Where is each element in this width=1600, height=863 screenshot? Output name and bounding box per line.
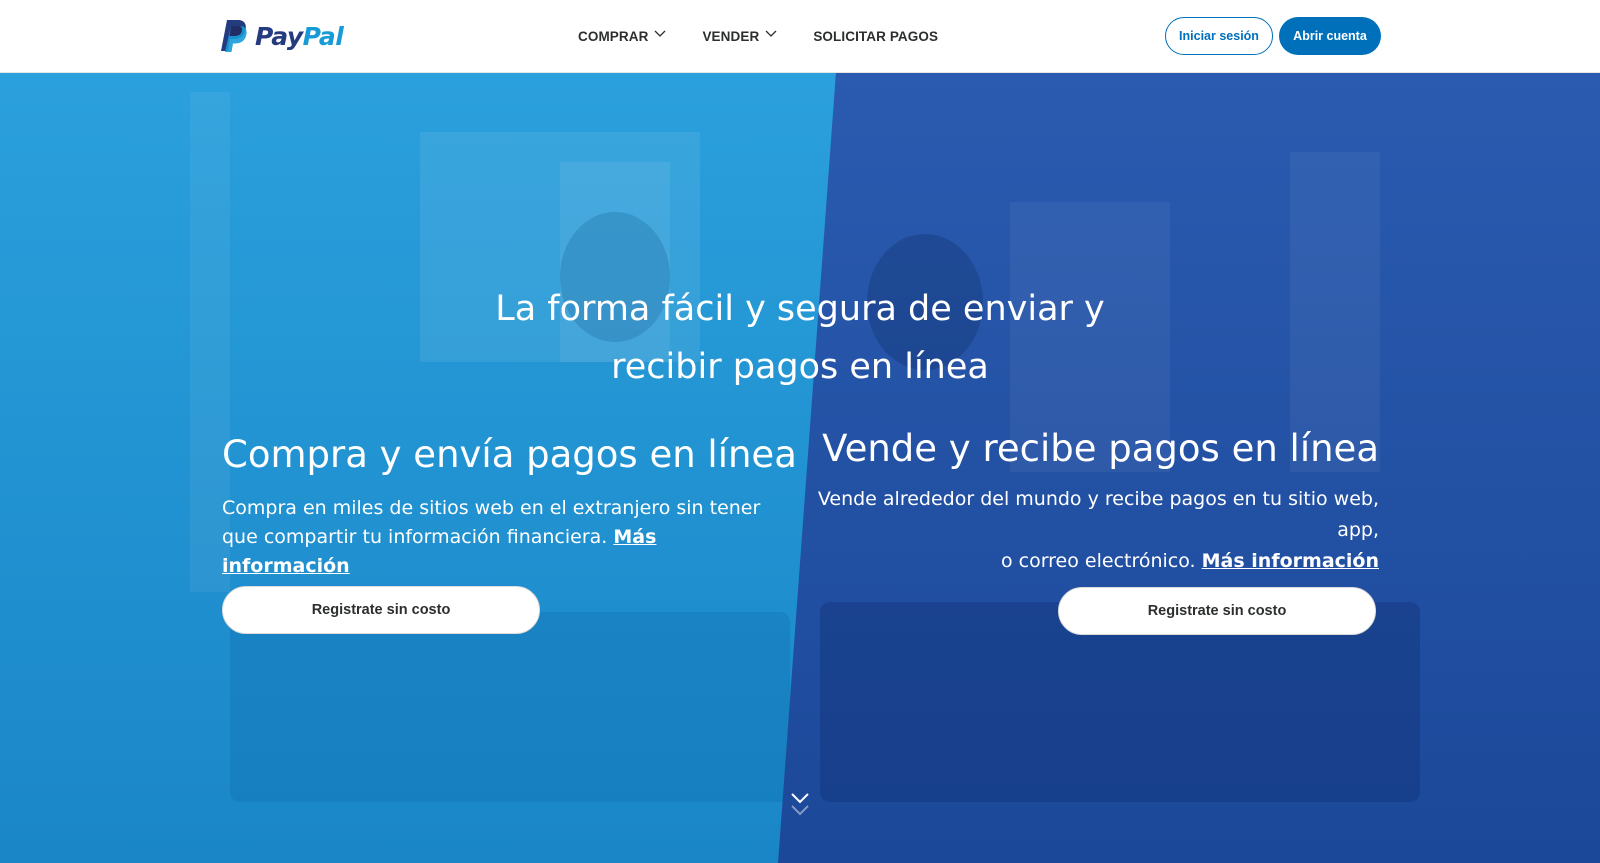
paypal-logo[interactable]: PayPal xyxy=(219,18,344,54)
sell-description: Vende alrededor del mundo y recibe pagos… xyxy=(800,484,1379,577)
nav-item-comprar[interactable]: COMPRAR xyxy=(578,29,666,44)
buy-title: Compra y envía pagos en línea xyxy=(222,433,797,476)
sell-title: Vende y recibe pagos en línea xyxy=(822,427,1379,470)
buy-description: Compra en miles de sitios web en el extr… xyxy=(222,494,782,581)
sell-description-line-2: o correo electrónico. xyxy=(1000,550,1196,572)
hero-section: La forma fácil y segura de enviar y reci… xyxy=(0,72,1600,863)
buy-description-text: Compra en miles de sitios web en el extr… xyxy=(222,497,761,548)
nav-item-solicitar-pagos[interactable]: SOLICITAR PAGOS xyxy=(813,29,938,44)
nav-item-label: COMPRAR xyxy=(578,28,649,44)
nav-item-label: SOLICITAR PAGOS xyxy=(813,28,939,44)
hero-headline-line-2: recibir pagos en línea xyxy=(611,347,989,387)
sell-register-button[interactable]: Registrate sin costo xyxy=(1058,587,1376,635)
sell-learn-more-link[interactable]: Más información xyxy=(1202,550,1379,572)
login-button[interactable]: Iniciar sesión xyxy=(1165,17,1273,55)
sell-description-line-1: Vende alrededor del mundo y recibe pagos… xyxy=(817,488,1379,541)
buy-register-button[interactable]: Registrate sin costo xyxy=(222,586,540,634)
chevron-down-icon xyxy=(654,26,666,41)
nav-item-vender[interactable]: VENDER xyxy=(702,29,777,44)
sell-column: Vende y recibe pagos en línea Vende alre… xyxy=(800,424,1379,577)
main-nav: COMPRAR VENDER SOLICITAR PAGOS xyxy=(578,0,974,72)
open-account-button[interactable]: Abrir cuenta xyxy=(1279,17,1381,55)
hero-headline-line-1: La forma fácil y segura de enviar y xyxy=(495,289,1105,329)
chevron-down-icon xyxy=(765,26,777,41)
site-header: PayPal COMPRAR VENDER SOLICITAR PAGOS In… xyxy=(0,0,1600,73)
chevron-down-double-icon[interactable] xyxy=(790,790,810,822)
buy-column: Compra y envía pagos en línea Compra en … xyxy=(222,430,797,581)
paypal-wordmark: PayPal xyxy=(255,21,344,51)
paypal-p-icon xyxy=(219,19,247,53)
hero-headline: La forma fácil y segura de enviar y reci… xyxy=(400,280,1200,396)
nav-item-label: VENDER xyxy=(702,28,760,44)
